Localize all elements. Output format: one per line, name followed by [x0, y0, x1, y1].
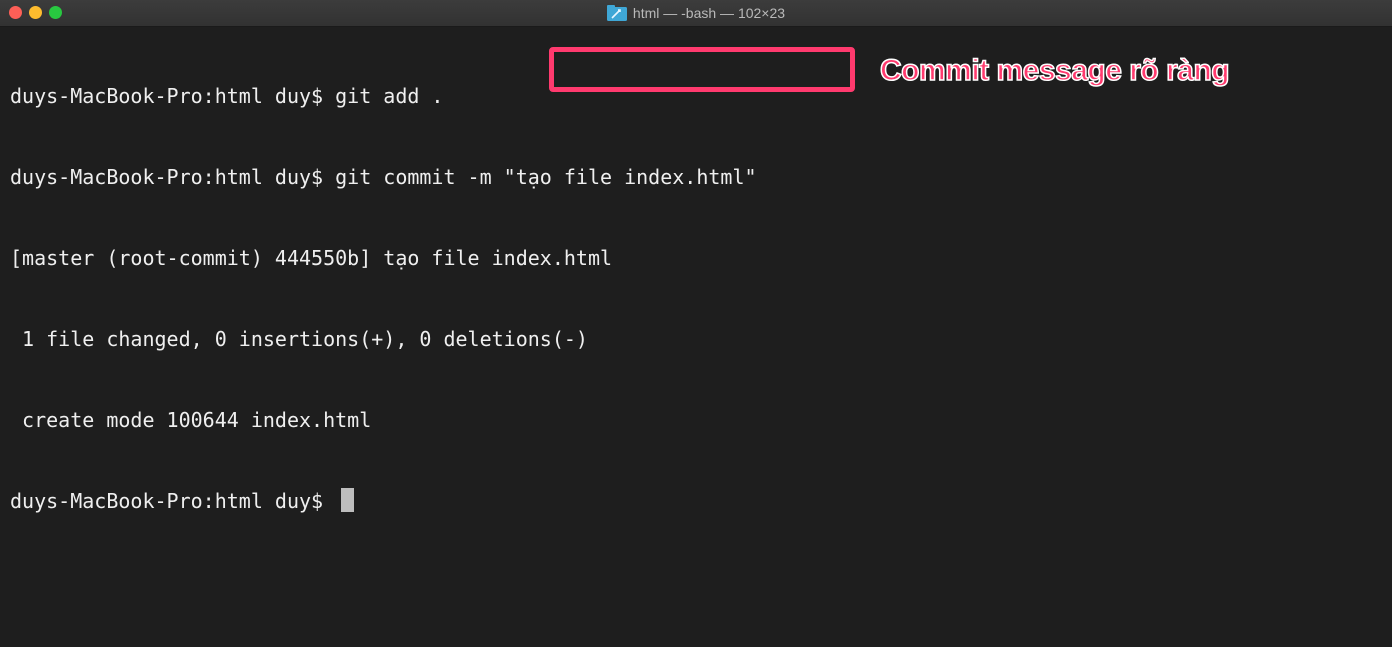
annotation-highlight-box	[549, 47, 855, 92]
window-title: html — -bash — 102×23	[632, 5, 786, 21]
terminal-line: create mode 100644 index.html	[10, 407, 1372, 434]
terminal-window: html — -bash — 102×23 duys-MacBook-Pro:h…	[0, 0, 1392, 647]
annotation-label: Commit message rõ ràng	[879, 53, 1230, 88]
folder-icon	[606, 5, 627, 21]
terminal-line: [master (root-commit) 444550b] tạo file …	[10, 245, 1372, 272]
window-title-group: html — -bash — 102×23	[0, 0, 1392, 26]
terminal-line-text: duys-MacBook-Pro:html duy$ git add .	[10, 84, 444, 108]
terminal-line-text: [master (root-commit) 444550b] tạo file …	[10, 246, 613, 270]
title-bar[interactable]: html — -bash — 102×23	[0, 0, 1392, 27]
terminal-line: duys-MacBook-Pro:html duy$ git commit -m…	[10, 164, 1372, 191]
terminal-line: 1 file changed, 0 insertions(+), 0 delet…	[10, 326, 1372, 353]
terminal-line-text: duys-MacBook-Pro:html duy$ git commit -m…	[10, 165, 757, 189]
terminal-line-text: create mode 100644 index.html	[10, 408, 372, 432]
text-cursor	[341, 488, 355, 512]
terminal-output[interactable]: duys-MacBook-Pro:html duy$ git add . duy…	[10, 29, 1372, 647]
terminal-line-text: 1 file changed, 0 insertions(+), 0 delet…	[10, 327, 588, 351]
terminal-prompt: duys-MacBook-Pro:html duy$	[10, 489, 336, 513]
terminal-line: duys-MacBook-Pro:html duy$	[10, 488, 1372, 515]
